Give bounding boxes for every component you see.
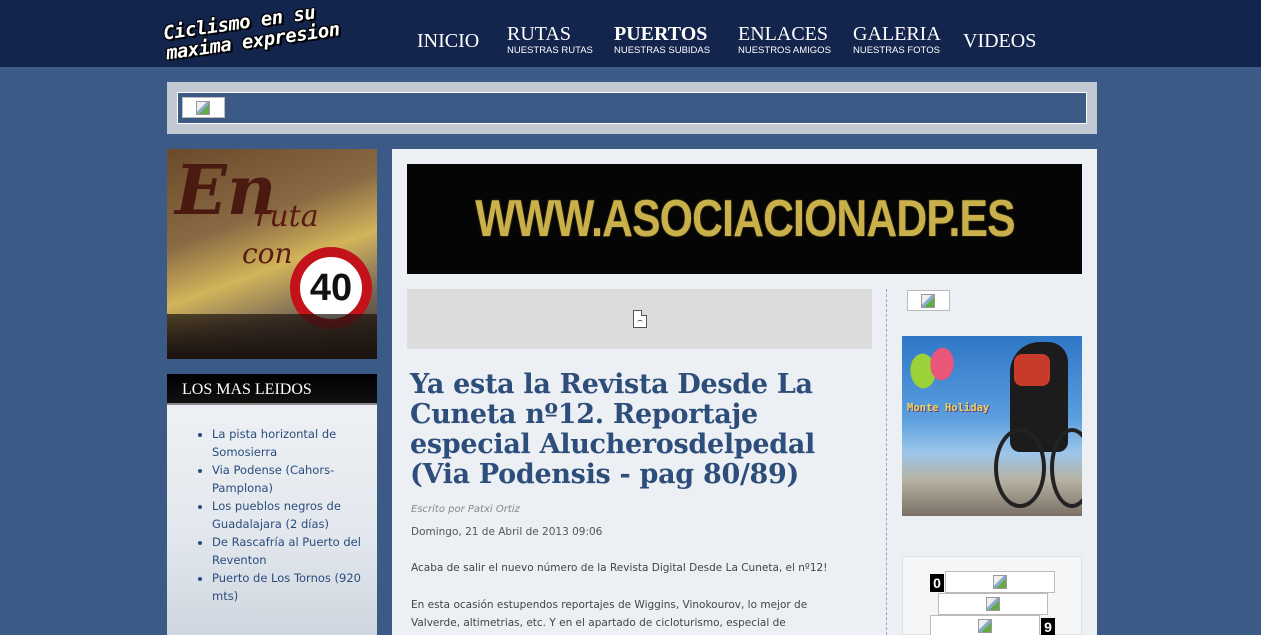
nav-label: GALERIA: [853, 23, 941, 45]
article-paragraph: En esta ocasión estupendos reportajes de…: [411, 599, 808, 629]
list-item: Los pueblos negros de Guadalajara (2 día…: [212, 497, 367, 533]
plugin-placeholder[interactable]: [407, 289, 872, 349]
article-date: Domingo, 21 de Abril de 2013 09:06: [411, 526, 603, 538]
most-read-title: LOS MAS LEIDOS: [167, 374, 377, 405]
list-item: De Rascafría al Puerto del Reventon: [212, 533, 367, 569]
list-item: Puerto de Los Tornos (920 mts): [212, 569, 367, 605]
counter-digit: 0: [930, 574, 944, 592]
cyclist-shirt: [1014, 354, 1050, 386]
bike-wheel: [994, 428, 1046, 508]
top-ad-inner: [177, 92, 1087, 124]
counter-image-box[interactable]: [930, 615, 1040, 635]
banner-text: WWW.ASOCIACIONADP.ES: [474, 190, 1015, 248]
nav-label: RUTAS: [507, 23, 571, 45]
nav-label: ENLACES: [738, 23, 828, 45]
ad-brand-text: Monte Holiday: [907, 402, 990, 414]
asociacionadp-banner[interactable]: WWW.ASOCIACIONADP.ES: [407, 164, 1082, 274]
nav-sublabel: NUESTRAS RUTAS: [507, 45, 593, 56]
article-title[interactable]: Ya esta la Revista Desde La Cuneta nº12.…: [410, 370, 860, 490]
nav-item-enlaces[interactable]: ENLACES NUESTROS AMIGOS: [738, 23, 831, 56]
nav-label: VIDEOS: [963, 30, 1037, 52]
en-ruta-con-40-image[interactable]: En ruta con 40: [167, 149, 377, 359]
counter-digit: 9: [1041, 618, 1055, 635]
top-header: Ciclismo en su maxima expresion INICIO R…: [0, 0, 1261, 67]
most-read-module: LOS MAS LEIDOS La pista horizontal de So…: [167, 374, 377, 635]
most-read-list: La pista horizontal de Somosierra Via Po…: [167, 405, 377, 605]
nav-item-puertos[interactable]: PUERTOS NUESTRAS SUBIDAS: [614, 23, 710, 56]
most-read-link[interactable]: Los pueblos negros de Guadalajara (2 día…: [212, 499, 341, 531]
nav-label: PUERTOS: [614, 23, 708, 45]
visit-counter-widget: 0 9: [902, 556, 1082, 635]
list-item: Via Podense (Cahors-Pamplona): [212, 461, 367, 497]
counter-image-box[interactable]: [938, 593, 1048, 615]
most-read-link[interactable]: Puerto de Los Tornos (920 mts): [212, 571, 361, 603]
most-read-link[interactable]: Via Podense (Cahors-Pamplona): [212, 463, 334, 495]
counter-image-box[interactable]: [945, 571, 1055, 593]
bike-wheel: [1050, 428, 1082, 508]
site-logo[interactable]: Ciclismo en su maxima expresion: [160, 0, 390, 65]
nav-item-galeria[interactable]: GALERIA NUESTRAS FOTOS: [853, 23, 941, 56]
nav-label: INICIO: [417, 30, 480, 52]
image-text-ruta: ruta: [255, 199, 319, 234]
city-skyline: [167, 314, 377, 359]
nav-sublabel: NUESTRAS FOTOS: [853, 45, 940, 56]
nav-item-inicio[interactable]: INICIO: [417, 30, 479, 52]
most-read-link[interactable]: La pista horizontal de Somosierra: [212, 427, 336, 459]
broken-image-icon[interactable]: [907, 290, 950, 311]
image-text-con: con: [242, 237, 293, 270]
main-content: WWW.ASOCIACIONADP.ES Ya esta la Revista …: [392, 149, 1097, 635]
nav-item-videos[interactable]: VIDEOS: [963, 30, 1036, 52]
monte-holiday-ad[interactable]: Monte Holiday: [902, 336, 1082, 516]
article-paragraph: Acaba de salir el nuevo número de la Rev…: [411, 562, 828, 574]
article-author: Escrito por Patxi Ortiz: [411, 504, 520, 515]
nav-item-rutas[interactable]: RUTAS NUESTRAS RUTAS: [507, 23, 593, 56]
most-read-link[interactable]: De Rascafría al Puerto del Reventon: [212, 535, 361, 567]
nav-sublabel: NUESTRAS SUBIDAS: [614, 45, 711, 56]
nav-sublabel: NUESTROS AMIGOS: [738, 45, 831, 56]
top-ad-bar: [167, 82, 1097, 134]
missing-plugin-icon: [633, 310, 647, 328]
column-divider: [886, 289, 887, 635]
broken-image-icon[interactable]: [182, 97, 225, 118]
list-item: La pista horizontal de Somosierra: [212, 425, 367, 461]
